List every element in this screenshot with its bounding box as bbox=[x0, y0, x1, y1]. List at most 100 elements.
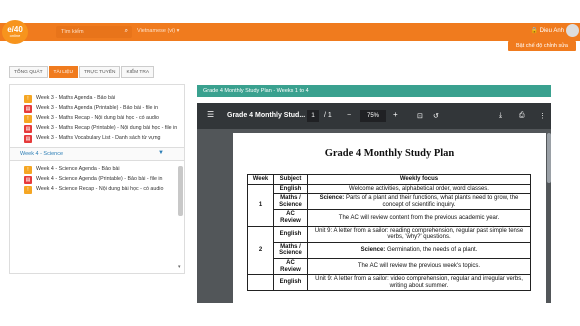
focus-cell: Unit 9: A letter from a sailor: video co… bbox=[307, 274, 531, 292]
pdf-page: Grade 4 Monthly Study Plan Week Subject … bbox=[233, 133, 546, 303]
list-item[interactable]: ! Week 3 - Maths Recap - Nội dung bài học… bbox=[10, 113, 184, 123]
subject-cell: AC Review bbox=[273, 209, 308, 227]
list-item-label: Week 3 - Maths Recap (Printable) - Nội d… bbox=[36, 125, 178, 131]
pdf-file-icon: ▤ bbox=[24, 176, 32, 184]
page-total: / 1 bbox=[324, 112, 332, 119]
focus-text: Germination, the needs of a plant. bbox=[386, 247, 478, 254]
pdf-filename: Grade 4 Monthly Stud... bbox=[227, 112, 306, 119]
list-item-label: Week 4 - Science Recap - Nội dung bài họ… bbox=[36, 186, 164, 192]
pdf-scrollbar[interactable] bbox=[547, 133, 551, 183]
focus-cell: Unit 9: A letter from a sailor: reading … bbox=[307, 225, 531, 243]
table-row: AC Review The AC will review content fro… bbox=[248, 209, 531, 227]
top-header: e/40 online Tìm kiếm ⌕ Vietnamese (vi) ▾ 🔒… bbox=[0, 0, 580, 56]
search-placeholder: Tìm kiếm bbox=[61, 29, 84, 35]
zoom-input[interactable]: 75% bbox=[360, 110, 386, 122]
week-cell: 2 bbox=[247, 225, 274, 276]
tab-documents[interactable]: TÀI LIỆU bbox=[48, 66, 78, 78]
user-menu[interactable]: 🔒 Dieu Anh bbox=[530, 27, 564, 34]
list-item[interactable]: ▤ Week 3 - Maths Agenda (Printable) - Bảo… bbox=[10, 103, 184, 113]
focus-cell: The AC will review content from the prev… bbox=[307, 209, 531, 227]
subject-cell: Maths / Science bbox=[273, 193, 308, 211]
week-cell: 1 bbox=[247, 183, 274, 227]
file-icon: ! bbox=[24, 166, 32, 174]
search-icon[interactable]: ⌕ bbox=[125, 28, 128, 35]
tab-test[interactable]: KIỂM TRA bbox=[121, 66, 155, 78]
list-item-label: Week 3 - Maths Agenda (Printable) - Bảo … bbox=[36, 105, 159, 111]
focus-cell: Welcome activities, alphabetical order, … bbox=[307, 183, 531, 195]
scroll-down-icon[interactable]: ▾ bbox=[178, 264, 181, 270]
study-plan-table: Week Subject Weekly focus 1 English Welc… bbox=[247, 174, 531, 292]
search-input[interactable]: Tìm kiếm ⌕ bbox=[56, 26, 132, 38]
pdf-file-icon: ▤ bbox=[24, 105, 32, 113]
file-icon: ! bbox=[24, 95, 32, 103]
zoom-in-icon[interactable]: + bbox=[393, 110, 398, 119]
focus-text: Parts of a plant and their functions, wh… bbox=[345, 195, 519, 208]
print-icon[interactable]: ⎙ bbox=[519, 112, 525, 120]
column-header: Weekly focus bbox=[307, 174, 531, 185]
download-icon[interactable]: ⤓ bbox=[499, 112, 502, 120]
chevron-down-icon[interactable]: ▼ bbox=[158, 150, 164, 156]
course-tabs: TỔNG QUÁT TÀI LIỆU TRỰC TUYẾN KIỂM TRA bbox=[9, 66, 155, 78]
section-header-week4[interactable]: Week 4 - Science ▼ bbox=[10, 147, 184, 161]
subject-cell: AC Review bbox=[273, 257, 308, 276]
page-number-input[interactable]: 1 bbox=[307, 110, 319, 122]
table-row: English Unit 9: A letter from a sailor: … bbox=[247, 274, 531, 292]
list-item[interactable]: ! Week 3 - Maths Agenda - Bảo bài bbox=[10, 93, 184, 103]
edit-mode-button[interactable]: Bật chế độ chỉnh sửa bbox=[508, 41, 576, 51]
pdf-panel-title: Grade 4 Monthly Study Plan - Weeks 1 to … bbox=[197, 85, 551, 97]
pdf-viewer: ☰ Grade 4 Monthly Stud... 1 / 1 − 75% + … bbox=[197, 103, 551, 303]
focus-label: Science: bbox=[360, 247, 386, 254]
tab-overview[interactable]: TỔNG QUÁT bbox=[9, 66, 48, 78]
subject-cell: English bbox=[273, 274, 308, 292]
list-item[interactable]: ▤ Week 3 - Maths Vocabulary List - Danh s… bbox=[10, 133, 184, 143]
file-icon: ! bbox=[24, 186, 32, 194]
sidebar-scrollbar[interactable] bbox=[178, 166, 183, 216]
rotate-icon[interactable]: ↺ bbox=[433, 112, 439, 120]
table-row: 1 English Welcome activities, alphabetic… bbox=[247, 183, 531, 227]
table-header-row: Week Subject Weekly focus bbox=[247, 174, 531, 185]
list-item[interactable]: ▤ Week 4 - Science Agenda (Printable) - B… bbox=[10, 174, 184, 184]
list-item-label: Week 3 - Maths Recap - Nội dung bài học … bbox=[36, 115, 159, 121]
lock-icon: 🔒 bbox=[530, 28, 538, 34]
tab-online[interactable]: TRỰC TUYẾN bbox=[78, 66, 121, 78]
site-logo[interactable]: e/40 online bbox=[2, 20, 28, 44]
avatar[interactable] bbox=[566, 24, 579, 37]
list-item-label: Week 3 - Maths Agenda - Bảo bài bbox=[36, 95, 116, 101]
subject-cell: Maths / Science bbox=[273, 241, 308, 259]
user-name: Dieu Anh bbox=[539, 28, 564, 34]
table-row: Maths / Science Science: Parts of a plan… bbox=[248, 193, 531, 211]
list-item-label: Week 4 - Science Agenda (Printable) - Bả… bbox=[36, 176, 163, 182]
document-title: Grade 4 Monthly Study Plan bbox=[324, 148, 455, 159]
language-selector[interactable]: Vietnamese (vi) ▾ bbox=[137, 28, 179, 34]
pdf-file-icon: ▤ bbox=[24, 135, 32, 143]
chevron-down-icon: ▾ bbox=[176, 28, 180, 34]
table-row: AC Review The AC will review the previou… bbox=[248, 257, 531, 276]
menu-icon[interactable]: ☰ bbox=[207, 110, 214, 119]
column-header: Subject bbox=[273, 174, 308, 185]
table-row: Maths / Science Science: Germination, th… bbox=[248, 241, 531, 259]
resource-sidebar: ! Week 3 - Maths Agenda - Bảo bài ▤ Week 3… bbox=[9, 84, 185, 274]
pdf-toolbar: ☰ Grade 4 Monthly Stud... 1 / 1 − 75% + … bbox=[197, 103, 551, 129]
focus-cell: The AC will review the previous week's t… bbox=[307, 257, 531, 276]
focus-cell: Science: Germination, the needs of a pla… bbox=[307, 241, 531, 259]
table-row: 2 English Unit 9: A letter from a sailor… bbox=[247, 225, 531, 276]
week-cell bbox=[247, 274, 274, 292]
file-icon: ! bbox=[24, 115, 32, 123]
list-item-label: Week 4 - Science Agenda - Bảo bài bbox=[36, 166, 120, 172]
logo-subtext: online bbox=[9, 33, 21, 38]
column-header: Week bbox=[247, 174, 274, 185]
fit-page-icon[interactable]: ⊡ bbox=[417, 112, 423, 120]
subject-cell: English bbox=[273, 183, 308, 195]
pdf-file-icon: ▤ bbox=[24, 125, 32, 133]
list-item[interactable]: ! Week 4 - Science Agenda - Bảo bài bbox=[10, 164, 184, 174]
focus-label: Science: bbox=[319, 195, 345, 202]
list-item[interactable]: ▤ Week 3 - Maths Recap (Printable) - Nội … bbox=[10, 123, 184, 133]
list-item-label: Week 3 - Maths Vocabulary List - Danh sá… bbox=[36, 135, 161, 141]
zoom-out-icon[interactable]: − bbox=[347, 112, 351, 119]
language-label: Vietnamese (vi) bbox=[137, 28, 176, 34]
more-options-icon[interactable]: ⋮ bbox=[539, 112, 546, 120]
subject-cell: English bbox=[273, 225, 308, 243]
list-item[interactable]: ! Week 4 - Science Recap - Nội dung bài h… bbox=[10, 184, 184, 194]
section-title: Week 4 - Science bbox=[20, 151, 64, 157]
focus-cell: Science: Parts of a plant and their func… bbox=[307, 193, 531, 211]
